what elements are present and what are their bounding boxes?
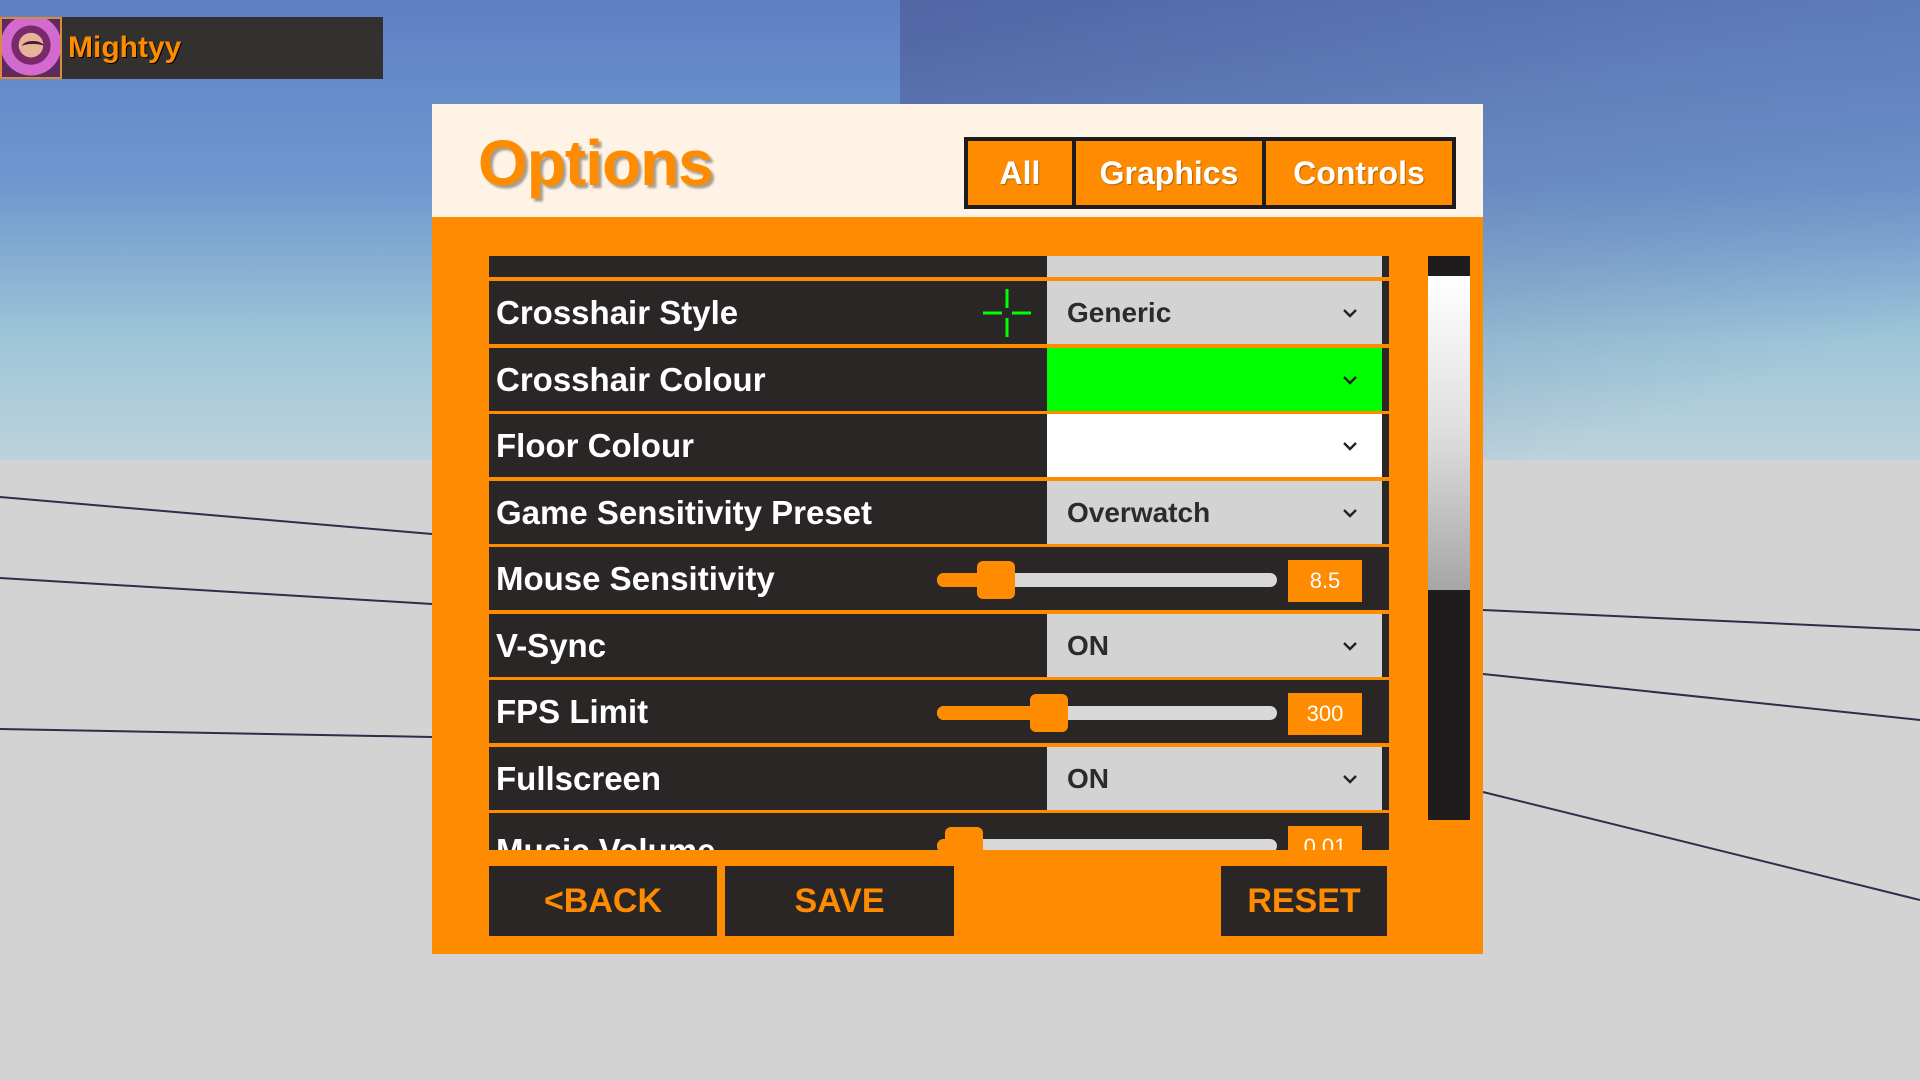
crosshair-style-value: Generic <box>1067 297 1172 328</box>
setting-row-fps-limit: FPS Limit 300 <box>489 680 1389 743</box>
mouse-sensitivity-value[interactable]: 8.5 <box>1288 560 1362 602</box>
scrollbar-thumb[interactable] <box>1428 276 1470 590</box>
chevron-down-icon <box>1343 376 1357 385</box>
mouse-sensitivity-fill <box>937 573 978 587</box>
fullscreen-label: Fullscreen <box>496 760 662 797</box>
chevron-down-icon <box>1343 775 1357 784</box>
setting-row-crosshair-colour: Crosshair Colour <box>489 348 1389 411</box>
chevron-down-icon <box>1343 642 1357 651</box>
crosshair-icon <box>983 289 1031 337</box>
crosshair-style-label: Crosshair Style <box>496 294 739 331</box>
fps-limit-slider[interactable] <box>937 706 1277 720</box>
fps-limit-fill <box>937 706 1039 720</box>
hidden-row-dropdown <box>1047 256 1382 277</box>
vsync-value: ON <box>1067 630 1109 661</box>
floor-colour-label: Floor Colour <box>496 427 694 464</box>
setting-row-crosshair-style: Crosshair Style Generic <box>489 281 1389 344</box>
chevron-down-icon <box>1343 442 1357 451</box>
setting-row-sensitivity-preset: Game Sensitivity Preset Overwatch <box>489 481 1389 544</box>
tab-graphics[interactable]: Graphics <box>1076 141 1262 205</box>
mouse-sensitivity-label: Mouse Sensitivity <box>496 560 775 597</box>
tab-controls[interactable]: Controls <box>1266 141 1452 205</box>
fps-limit-value[interactable]: 300 <box>1288 693 1362 735</box>
tab-all[interactable]: All <box>968 141 1072 205</box>
fps-limit-handle[interactable] <box>1029 694 1068 732</box>
back-button[interactable]: <BACK <box>489 866 717 936</box>
save-button[interactable]: SAVE <box>725 866 954 936</box>
settings-list-clip: Crosshair Style Generic Crosshair Colour <box>489 256 1389 850</box>
reset-button[interactable]: RESET <box>1221 866 1387 936</box>
options-title: Options <box>478 127 714 199</box>
chevron-down-icon <box>1343 309 1357 318</box>
sensitivity-preset-dropdown[interactable]: Overwatch <box>1047 481 1382 544</box>
settings-list: Crosshair Style Generic Crosshair Colour <box>489 256 1389 956</box>
fullscreen-value: ON <box>1067 763 1109 794</box>
crosshair-style-dropdown[interactable]: Generic <box>1047 281 1382 344</box>
player-name: Mightyy <box>68 31 182 64</box>
options-header: Options All Graphics Controls <box>432 104 1483 217</box>
setting-row-fullscreen: Fullscreen ON <box>489 747 1389 810</box>
fullscreen-dropdown[interactable]: ON <box>1047 747 1382 810</box>
sensitivity-preset-value: Overwatch <box>1067 497 1211 528</box>
settings-scrollbar[interactable] <box>1428 256 1470 820</box>
options-tabs: All Graphics Controls <box>964 137 1456 209</box>
music-volume-label: Music Volume <box>496 819 715 850</box>
setting-row-music-volume: Music Volume 0.01 <box>489 813 1389 850</box>
player-avatar <box>0 17 62 79</box>
vsync-dropdown[interactable]: ON <box>1047 614 1382 677</box>
mouse-sensitivity-handle[interactable] <box>977 561 1016 599</box>
crosshair-colour-label: Crosshair Colour <box>496 361 766 398</box>
fps-limit-label: FPS Limit <box>496 693 649 730</box>
music-volume-slider[interactable] <box>937 839 1277 850</box>
options-panel: Options All Graphics Controls Crosshair … <box>432 104 1483 954</box>
crosshair-colour-dropdown[interactable] <box>1047 348 1382 411</box>
chevron-down-icon <box>1343 509 1357 518</box>
setting-row-floor-colour: Floor Colour <box>489 414 1389 477</box>
vsync-label: V-Sync <box>496 627 607 664</box>
music-volume-handle[interactable] <box>944 827 983 850</box>
setting-row-mouse-sensitivity: Mouse Sensitivity 8.5 <box>489 547 1389 610</box>
floor-colour-dropdown[interactable] <box>1047 414 1382 477</box>
player-tag: Mightyy <box>0 17 383 79</box>
setting-row-hidden <box>489 256 1389 277</box>
setting-row-vsync: V-Sync ON <box>489 614 1389 677</box>
music-volume-value[interactable]: 0.01 <box>1288 826 1362 850</box>
sensitivity-preset-label: Game Sensitivity Preset <box>496 494 873 531</box>
